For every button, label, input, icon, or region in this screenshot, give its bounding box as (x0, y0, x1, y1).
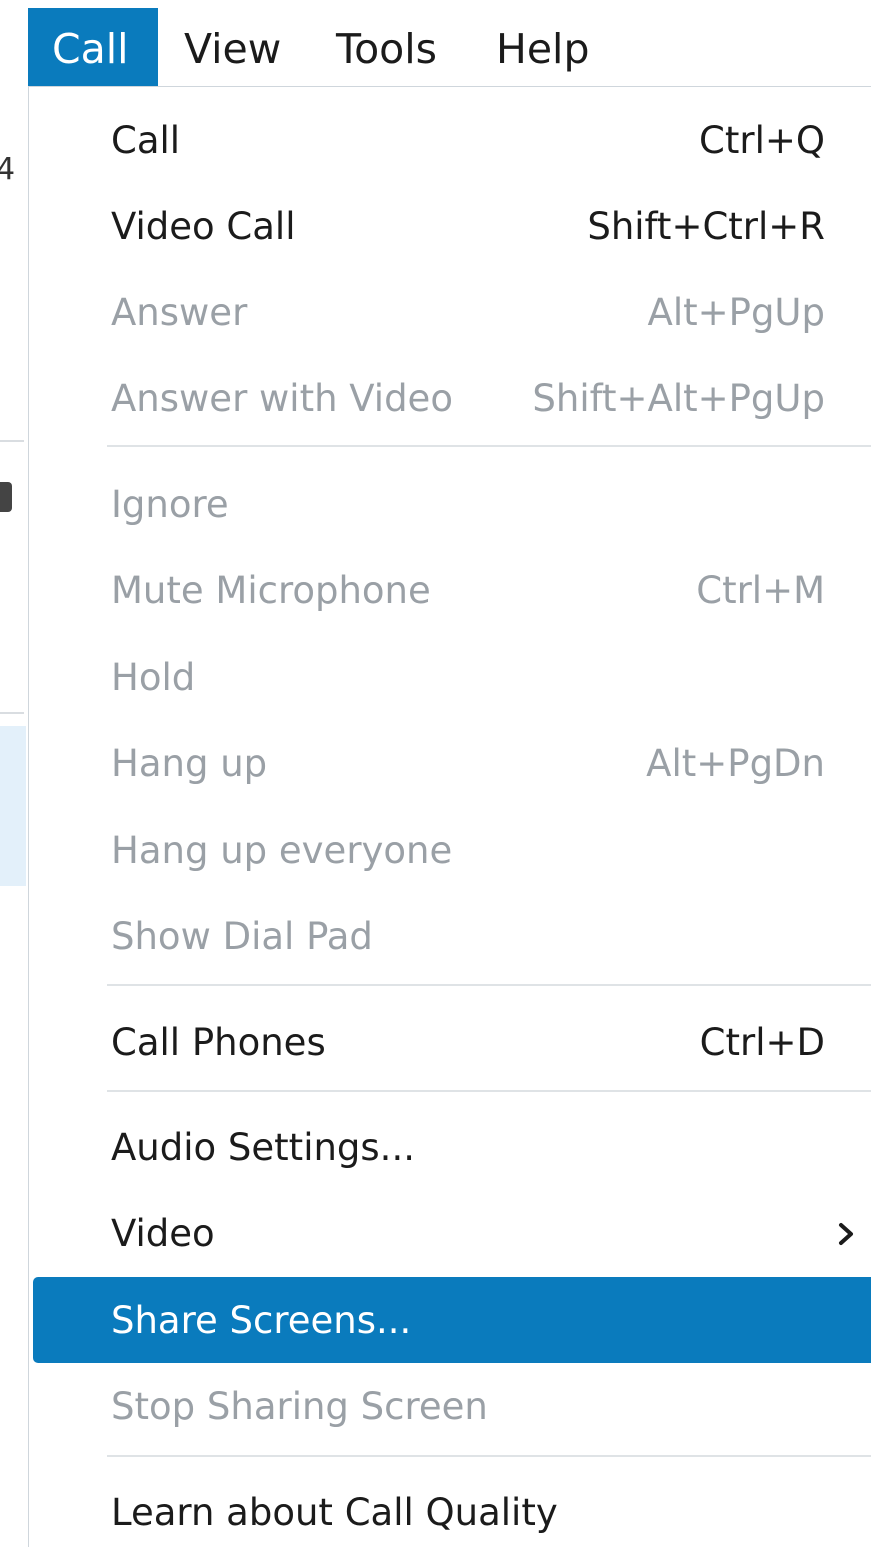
menu-item-audio-settings[interactable]: Audio Settings... (33, 1104, 871, 1190)
menu-item-label: Mute Microphone (111, 569, 431, 612)
menu-item-share-screens[interactable]: Share Screens... (33, 1277, 871, 1363)
menu-item-shortcut: Alt+PgDn (646, 742, 825, 785)
menu-separator (107, 1455, 871, 1457)
menu-item-shortcut: Shift+Ctrl+R (587, 205, 825, 248)
menu-item-label: Hang up everyone (111, 829, 453, 872)
menu-item-video[interactable]: Video (33, 1190, 871, 1276)
menu-view[interactable]: View (160, 8, 305, 86)
menu-item-video-call[interactable]: Video Call Shift+Ctrl+R (33, 183, 871, 269)
menu-item-ignore[interactable]: Ignore (33, 461, 871, 547)
background-window: 4 (0, 86, 28, 1547)
menu-item-shortcut: Alt+PgUp (647, 291, 825, 334)
menu-item-mute-microphone[interactable]: Mute Microphone Ctrl+M (33, 547, 871, 633)
menu-item-label: Show Dial Pad (111, 915, 373, 958)
menu-item-label: Answer (111, 291, 248, 334)
menu-separator (107, 1090, 871, 1092)
menu-item-label: Learn about Call Quality (111, 1491, 558, 1534)
menu-item-answer[interactable]: Answer Alt+PgUp (33, 269, 871, 355)
menu-item-label: Ignore (111, 483, 229, 526)
menu-item-shortcut: Ctrl+D (699, 1021, 825, 1064)
menu-separator (107, 984, 871, 986)
menu-item-label: Hang up (111, 742, 268, 785)
menu-item-label: Hold (111, 656, 196, 699)
menu-item-label: Call (111, 119, 181, 162)
menu-item-shortcut: Ctrl+Q (699, 119, 825, 162)
menu-item-stop-sharing-screen[interactable]: Stop Sharing Screen (33, 1363, 871, 1449)
background-selected-row (0, 726, 26, 886)
background-text-fragment: 4 (0, 152, 16, 187)
menu-item-label: Stop Sharing Screen (111, 1385, 488, 1428)
menu-item-show-dial-pad[interactable]: Show Dial Pad (33, 893, 871, 979)
background-contact-icon (0, 482, 12, 512)
menu-item-label: Audio Settings... (111, 1126, 415, 1169)
menu-call[interactable]: Call (28, 8, 158, 86)
menu-item-shortcut: Shift+Alt+PgUp (532, 377, 825, 420)
menu-tools[interactable]: Tools (312, 8, 461, 86)
background-divider (0, 712, 24, 714)
menu-item-hold[interactable]: Hold (33, 634, 871, 720)
menu-item-label: Answer with Video (111, 377, 453, 420)
menu-item-hang-up-everyone[interactable]: Hang up everyone (33, 807, 871, 893)
menu-item-call-phones[interactable]: Call Phones Ctrl+D (33, 999, 871, 1085)
chevron-right-icon (839, 1223, 853, 1245)
background-divider (0, 440, 24, 442)
menu-item-call[interactable]: Call Ctrl+Q (33, 97, 871, 183)
menu-item-learn-about-call-quality[interactable]: Learn about Call Quality (33, 1469, 871, 1555)
menu-separator (107, 445, 871, 447)
menu-item-label: Video (111, 1212, 215, 1255)
menu-item-label: Call Phones (111, 1021, 326, 1064)
menu-item-shortcut: Ctrl+M (696, 569, 825, 612)
menu-item-answer-with-video[interactable]: Answer with Video Shift+Alt+PgUp (33, 355, 871, 441)
menu-item-label: Video Call (111, 205, 296, 248)
menu-item-label: Share Screens... (111, 1299, 412, 1342)
call-menu-dropdown: Call Ctrl+Q Video Call Shift+Ctrl+R Answ… (28, 86, 871, 1547)
menu-item-hang-up[interactable]: Hang up Alt+PgDn (33, 720, 871, 806)
menu-bar: Call View Tools Help (0, 0, 871, 86)
menu-help[interactable]: Help (472, 8, 613, 86)
